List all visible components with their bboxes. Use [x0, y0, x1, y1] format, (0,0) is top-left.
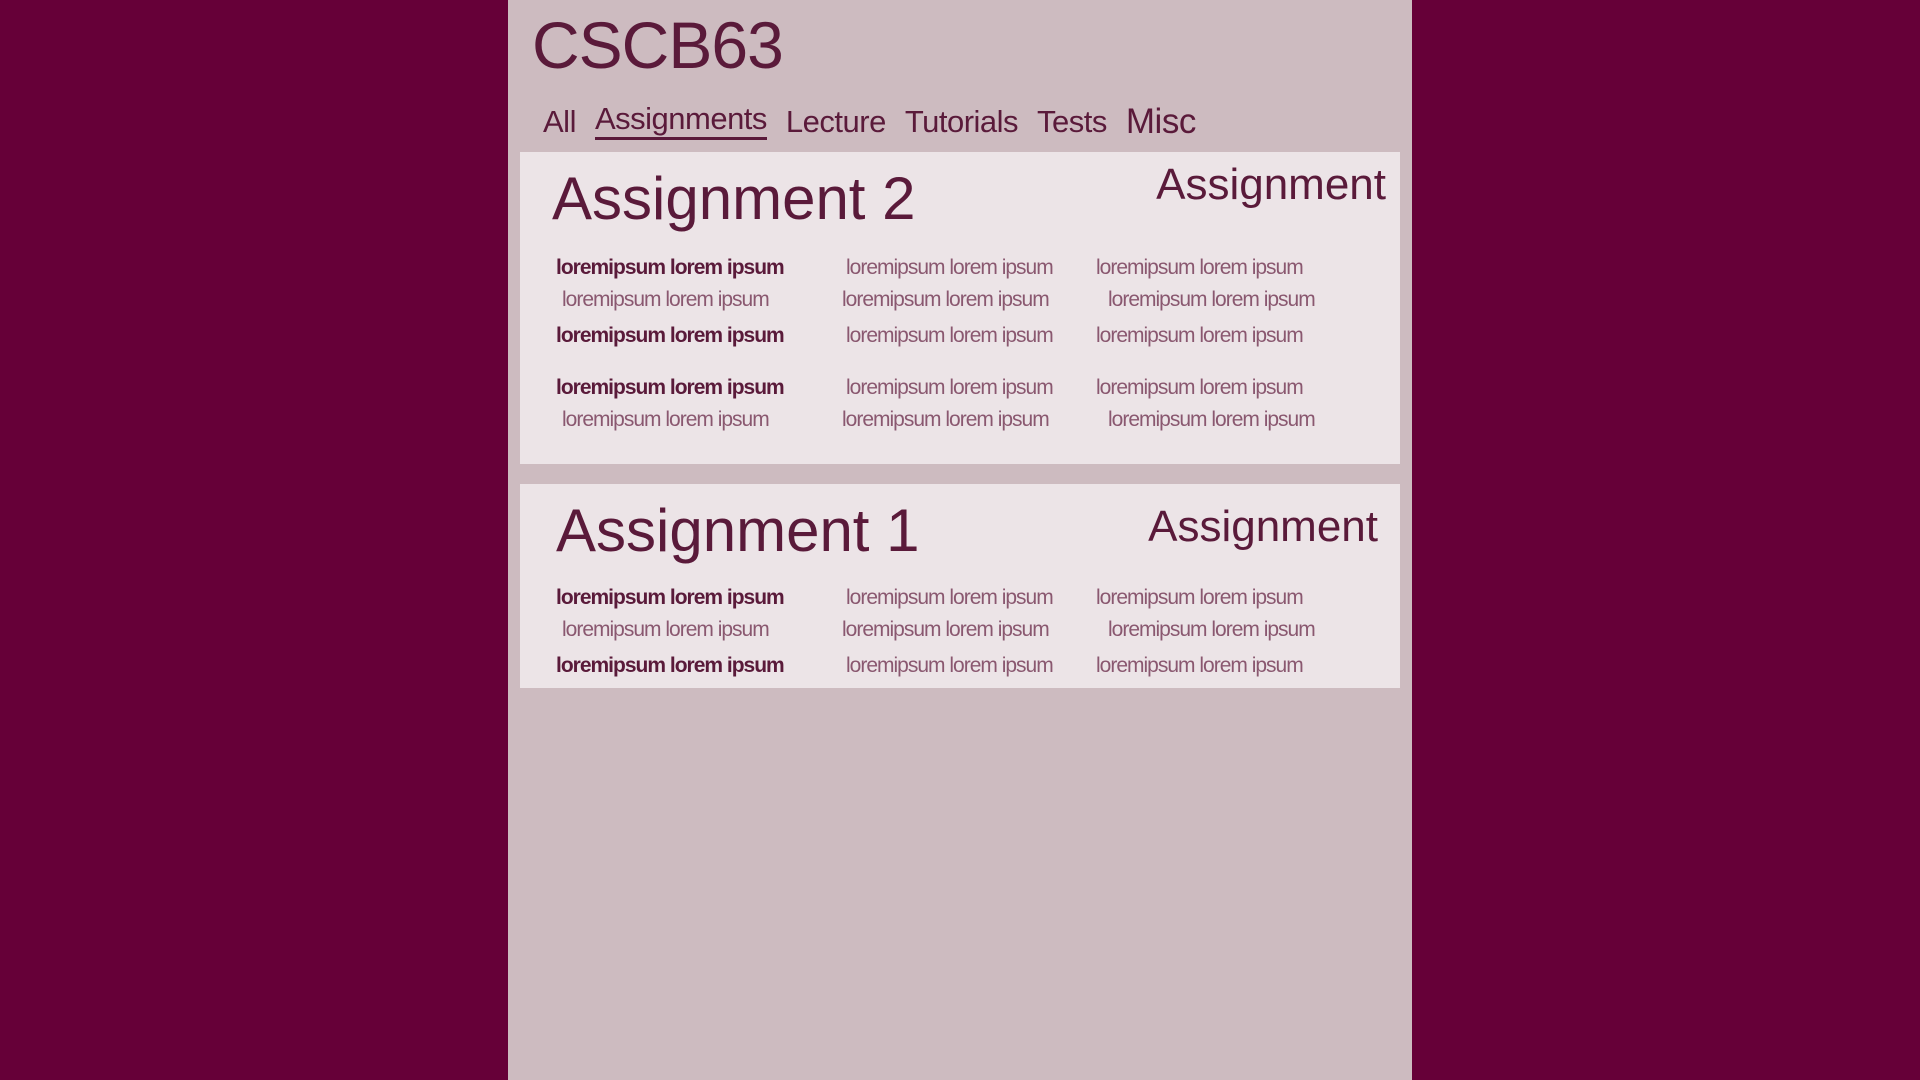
body-text: loremipsum lorem ipsum — [1096, 654, 1304, 677]
tab-tutorials[interactable]: Tutorials — [905, 104, 1019, 140]
body-text: loremipsum lorem ipsum — [842, 408, 1050, 431]
post-card-assignment-1: Assignment 1 Assignment loremipsum lorem… — [520, 484, 1400, 688]
tab-lecture[interactable]: Lecture — [786, 104, 886, 140]
tab-assignments[interactable]: Assignments — [594, 101, 767, 140]
site-title: CSCB63 — [532, 8, 784, 82]
post-title[interactable]: Assignment 2 — [552, 166, 916, 232]
body-text: loremipsum lorem ipsum — [556, 376, 785, 399]
body-text: loremipsum lorem ipsum — [1108, 408, 1316, 431]
body-text: loremipsum lorem ipsum — [1108, 288, 1316, 311]
body-text: loremipsum lorem ipsum — [556, 586, 785, 609]
body-text: loremipsum lorem ipsum — [1096, 256, 1304, 279]
body-text: loremipsum lorem ipsum — [846, 376, 1054, 399]
category-nav: All Assignments Lecture Tutorials Tests … — [543, 100, 1215, 140]
post-body-line: loremipsum lorem ipsum loremipsum lorem … — [556, 254, 1396, 282]
post-type-label: Assignment — [1148, 502, 1378, 551]
body-text: loremipsum lorem ipsum — [842, 288, 1050, 311]
body-text: loremipsum lorem ipsum — [556, 654, 785, 677]
post-type-label: Assignment — [1156, 160, 1386, 209]
body-text: loremipsum lorem ipsum — [556, 256, 785, 279]
body-text: loremipsum lorem ipsum — [1096, 376, 1304, 399]
post-body-line: loremipsum lorem ipsum loremipsum lorem … — [556, 584, 1396, 612]
post-body-line: loremipsum lorem ipsum loremipsum lorem … — [556, 374, 1396, 402]
tab-tests[interactable]: Tests — [1037, 104, 1107, 140]
body-text: loremipsum lorem ipsum — [1096, 586, 1304, 609]
body-text: loremipsum lorem ipsum — [846, 654, 1054, 677]
post-body-line: loremipsum lorem ipsum loremipsum lorem … — [556, 322, 1396, 350]
body-text: loremipsum lorem ipsum — [1108, 618, 1316, 641]
post-body-line: loremipsum lorem ipsum loremipsum lorem … — [556, 406, 1396, 434]
tab-misc[interactable]: Misc — [1126, 104, 1196, 140]
body-text: loremipsum lorem ipsum — [842, 618, 1050, 641]
body-text: loremipsum lorem ipsum — [562, 288, 770, 311]
post-body-line: loremipsum lorem ipsum loremipsum lorem … — [556, 286, 1396, 314]
body-text: loremipsum lorem ipsum — [846, 586, 1054, 609]
post-body-line: loremipsum lorem ipsum loremipsum lorem … — [556, 616, 1396, 644]
body-text: loremipsum lorem ipsum — [846, 256, 1054, 279]
post-body-line: loremipsum lorem ipsum loremipsum lorem … — [556, 652, 1396, 680]
post-title[interactable]: Assignment 1 — [556, 498, 920, 564]
body-text: loremipsum lorem ipsum — [1096, 324, 1304, 347]
tab-all[interactable]: All — [543, 104, 576, 140]
body-text: loremipsum lorem ipsum — [562, 618, 770, 641]
body-text: loremipsum lorem ipsum — [556, 324, 785, 347]
page-container: CSCB63 All Assignments Lecture Tutorials… — [508, 0, 1412, 1080]
body-text: loremipsum lorem ipsum — [562, 408, 770, 431]
post-card-assignment-2: Assignment 2 Assignment loremipsum lorem… — [520, 152, 1400, 464]
body-text: loremipsum lorem ipsum — [846, 324, 1054, 347]
